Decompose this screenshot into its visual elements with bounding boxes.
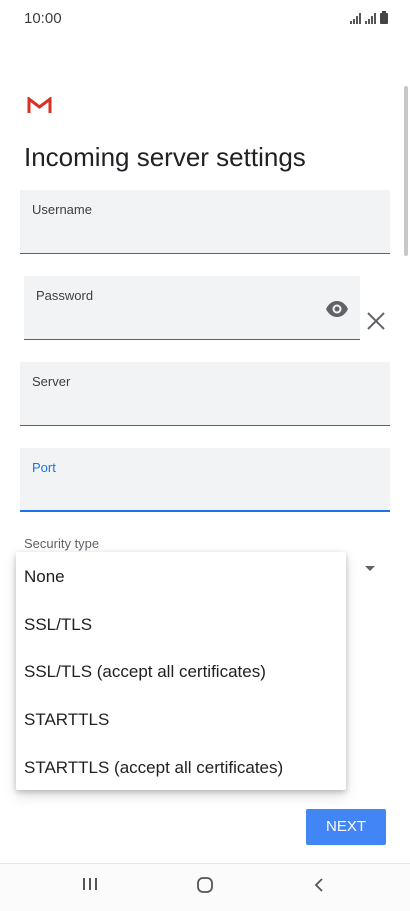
status-time: 10:00 (24, 10, 62, 27)
status-icons (350, 11, 388, 24)
password-field[interactable]: Password (24, 276, 360, 340)
home-icon[interactable] (196, 876, 214, 899)
status-bar: 10:00 (0, 0, 410, 36)
username-label: Username (32, 202, 92, 217)
recent-apps-icon[interactable] (82, 876, 98, 897)
next-button[interactable]: NEXT (306, 809, 386, 845)
security-type-menu: None SSL/TLS SSL/TLS (accept all certifi… (16, 552, 346, 790)
menu-item-starttls-accept-all[interactable]: STARTTLS (accept all certificates) (24, 758, 283, 778)
navigation-bar (0, 864, 410, 911)
password-label: Password (36, 288, 94, 303)
menu-item-ssl-tls-accept-all[interactable]: SSL/TLS (accept all certificates) (24, 662, 266, 682)
port-label: Port (32, 460, 56, 475)
username-field[interactable]: Username (20, 190, 390, 254)
server-field[interactable]: Server (20, 362, 390, 426)
security-type-label: Security type (24, 536, 100, 551)
battery-icon (380, 11, 388, 24)
scrollbar[interactable] (404, 86, 408, 256)
dropdown-arrow-icon[interactable] (365, 566, 375, 571)
close-icon[interactable] (366, 311, 386, 336)
port-field[interactable]: Port (20, 448, 390, 512)
eye-icon[interactable] (325, 300, 349, 323)
gmail-icon (27, 95, 52, 119)
page-title: Incoming server settings (24, 142, 306, 172)
menu-item-none[interactable]: None (24, 567, 65, 587)
signal-icon (365, 13, 376, 24)
signal-icon (350, 13, 361, 24)
back-icon[interactable] (313, 876, 325, 899)
menu-item-starttls[interactable]: STARTTLS (24, 710, 109, 730)
menu-item-ssl-tls[interactable]: SSL/TLS (24, 615, 92, 635)
server-label: Server (32, 374, 71, 389)
